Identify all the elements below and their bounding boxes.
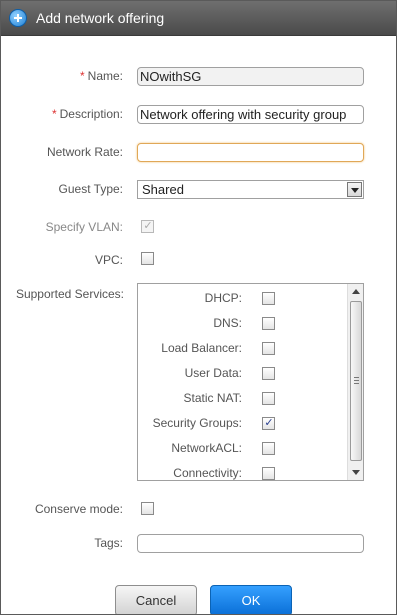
service-label: Load Balancer: [161, 341, 242, 355]
service-checkbox[interactable] [262, 442, 275, 455]
service-label: Security Groups: [152, 416, 242, 430]
required-mark: * [51, 107, 57, 121]
description-label: * Description: [52, 107, 123, 121]
service-label: DHCP: [204, 291, 242, 305]
conserve-mode-checkbox[interactable] [141, 502, 154, 515]
checkmark-icon: ✓ [264, 417, 274, 429]
service-checkbox[interactable] [262, 367, 275, 380]
add-circle-icon [9, 9, 27, 27]
scroll-down-arrow-icon[interactable] [349, 465, 363, 479]
service-checkbox[interactable] [262, 392, 275, 405]
service-checkbox[interactable] [262, 467, 275, 480]
scroll-thumb[interactable] [350, 301, 362, 461]
tags-field[interactable] [137, 534, 364, 553]
network-rate-field[interactable] [137, 143, 364, 162]
service-label: User Data: [184, 366, 242, 380]
service-checkbox[interactable] [262, 342, 275, 355]
supported-services-list[interactable]: DHCP: DNS: Load Balancer: User Data: Static … [137, 283, 364, 481]
guest-type-selected: Shared [142, 182, 184, 197]
service-label: Static NAT: [183, 391, 242, 405]
vpc-label: VPC: [94, 253, 123, 267]
guest-type-select[interactable]: Shared [137, 180, 364, 199]
ok-button[interactable]: OK [210, 585, 292, 614]
grip-icon [354, 377, 359, 384]
description-label-text: Description: [59, 107, 123, 121]
dialog-title: Add network offering [36, 10, 165, 26]
service-checkbox[interactable]: ✓ [262, 417, 275, 430]
name-label: * Name: [80, 69, 123, 83]
name-label-text: Name: [87, 69, 123, 83]
checkmark-icon: ✓ [143, 220, 153, 232]
description-field[interactable]: Network offering with security group [137, 105, 364, 124]
services-scrollbar[interactable] [347, 284, 363, 480]
dialog-titlebar: Add network offering [1, 1, 396, 36]
guest-type-label: Guest Type: [58, 182, 123, 196]
cancel-button[interactable]: Cancel [115, 585, 197, 614]
conserve-mode-label: Conserve mode: [34, 502, 123, 516]
service-checkbox[interactable] [262, 317, 275, 330]
chevron-down-icon[interactable] [347, 182, 362, 197]
network-rate-label: Network Rate: [46, 145, 123, 159]
specify-vlan-label: Specify VLAN: [45, 220, 123, 234]
service-checkbox[interactable] [262, 292, 275, 305]
required-mark: * [79, 69, 85, 83]
service-label: Connectivity: [173, 466, 242, 480]
specify-vlan-checkbox[interactable]: ✓ [141, 220, 154, 233]
service-label: DNS: [213, 316, 242, 330]
service-label: NetworkACL: [171, 441, 242, 455]
tags-label: Tags: [94, 536, 123, 550]
vpc-checkbox[interactable] [141, 252, 154, 265]
name-field[interactable]: NOwithSG [137, 67, 364, 86]
scroll-up-arrow-icon[interactable] [349, 285, 363, 299]
supported-services-label: Supported Services: [15, 287, 124, 301]
add-network-offering-dialog: Add network offering * Name: NOwithSG * De… [0, 0, 397, 615]
